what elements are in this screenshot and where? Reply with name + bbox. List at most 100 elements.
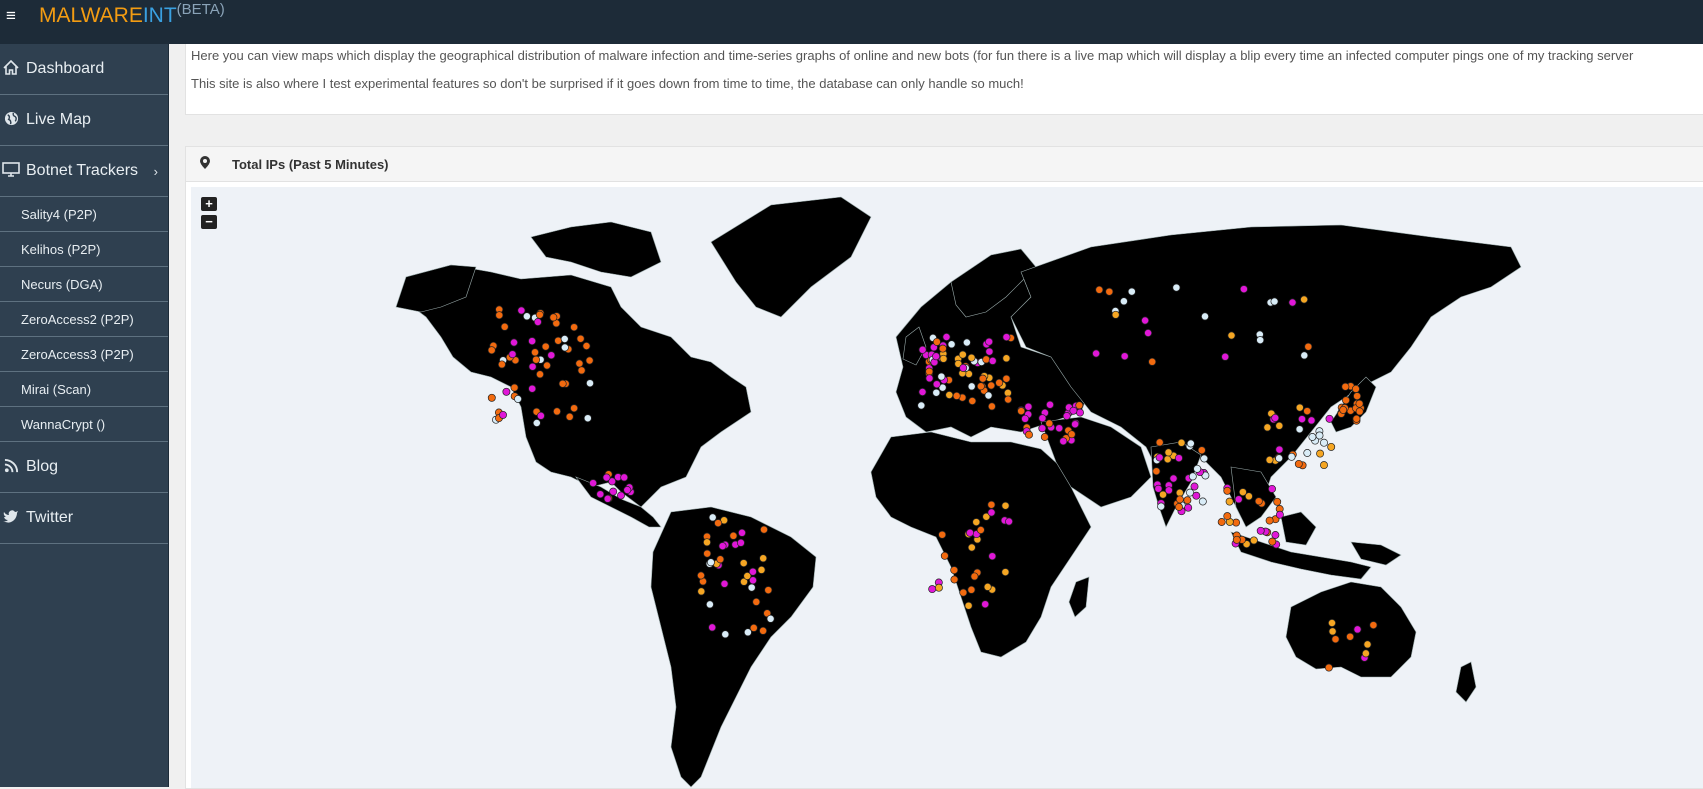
infection-dot [1307,416,1316,425]
infection-dot [1186,439,1195,448]
infection-dot [585,356,594,365]
infection-dot [570,404,579,413]
infection-dot [1328,619,1336,627]
infection-dot [1263,423,1272,432]
infection-dot [603,494,612,503]
map-panel: Total IPs (Past 5 Minutes) + − [185,146,1703,789]
infection-dot [1234,495,1243,504]
infection-dot [1271,531,1280,539]
infection-dot [1201,312,1209,321]
infection-dot [487,346,496,355]
infection-dot [1157,502,1166,511]
sidebar-item-twitter[interactable]: Twitter [0,493,168,544]
infection-dot [1268,484,1276,493]
infection-dot [962,338,971,347]
intro-text-line-1: Here you can view maps which display the… [191,48,1634,63]
infection-dot [1038,424,1047,433]
hamburger-icon[interactable]: ≡ [6,7,22,24]
infection-dot [1193,464,1202,473]
infection-dot [1024,402,1033,411]
infection-dot [1265,455,1274,464]
infection-dot [1127,287,1136,296]
infection-dot [1300,295,1309,304]
infection-dot [1275,454,1284,463]
infection-dot [533,318,542,326]
brand-beta-badge: (BETA) [176,1,225,18]
intro-panel: Here you can view maps which display the… [185,44,1703,115]
infection-dot [532,419,541,427]
infection-dot [985,337,994,346]
infection-dot [1001,501,1010,510]
infection-dot [510,338,518,347]
monitor-icon [2,161,20,181]
world-map[interactable]: + − [191,187,1703,788]
infection-dot [528,337,537,346]
infection-dot [743,572,752,580]
infection-dot [984,391,993,400]
zoom-out-button[interactable]: − [201,215,217,229]
sidebar: Dashboard Live Map Botnet Trackers › Sal… [0,44,169,787]
infection-dot [1192,491,1201,500]
top-bar: ≡ MALWAREINT(BETA) [0,0,1703,44]
infection-dot [1352,414,1361,423]
tracker-item-zeroaccess3[interactable]: ZeroAccess3 (P2P) [0,337,168,372]
infection-dot [938,344,947,353]
infection-dot [1038,414,1047,423]
infection-dot [925,374,934,383]
zoom-in-button[interactable]: + [201,197,217,211]
infection-dot [1295,403,1304,412]
tracker-item-kelihos[interactable]: Kelihos (P2P) [0,232,168,267]
infection-dot [987,402,996,411]
tracker-item-wannacrypt[interactable]: WannaCrypt () [0,407,168,442]
infection-dot [967,585,976,594]
infection-dot [510,383,519,392]
infection-dot [708,623,717,632]
infection-dot [1223,512,1232,521]
infection-dot [1244,492,1253,501]
infection-dot [1119,297,1128,306]
infection-dot [1095,285,1104,294]
infection-dot [535,310,544,319]
infection-dot [1164,448,1173,457]
tracker-item-necurs[interactable]: Necurs (DGA) [0,267,168,302]
new-guinea-shape [1350,541,1402,566]
infection-dot [967,353,976,362]
infection-dot [1249,536,1258,545]
infection-dot [958,350,967,359]
infection-dot [549,313,558,322]
infection-dot [708,513,717,522]
tracker-item-mirai[interactable]: Mirai (Scan) [0,372,168,407]
infection-dot [759,626,768,635]
tracker-item-zeroaccess2[interactable]: ZeroAccess2 (P2P) [0,302,168,337]
infection-dot [1225,497,1234,506]
infection-dot [576,334,585,343]
infection-dot [508,350,517,359]
globe-icon [2,111,20,130]
infection-dot [918,345,927,354]
brand-logo[interactable]: MALWAREINT(BETA) [39,1,225,28]
infection-dot [757,565,766,574]
sidebar-item-dashboard[interactable]: Dashboard [0,44,168,95]
infection-dot [536,411,545,420]
infection-dot [1363,640,1372,649]
sidebar-item-blog[interactable]: Blog [0,442,168,493]
infection-dot [1045,419,1054,428]
panel-header: Total IPs (Past 5 Minutes) [186,147,1703,182]
new-zealand-shape [1455,661,1477,703]
infection-dot [487,393,496,402]
infection-dot [528,362,537,371]
infection-dot [752,597,761,606]
infection-dot [1303,449,1312,457]
infection-dot [1223,486,1232,495]
infection-dot [952,391,961,400]
infection-dot [747,583,756,592]
infection-dot [1017,407,1026,416]
infection-dot [1268,537,1277,546]
infection-dot [1198,497,1207,506]
infection-dot [947,340,956,349]
infection-dot [1159,490,1167,499]
infection-dot [932,337,941,346]
tracker-item-sality4[interactable]: Sality4 (P2P) [0,197,168,232]
sidebar-item-botnet-trackers[interactable]: Botnet Trackers › [0,146,168,197]
sidebar-item-live-map[interactable]: Live Map [0,95,168,146]
